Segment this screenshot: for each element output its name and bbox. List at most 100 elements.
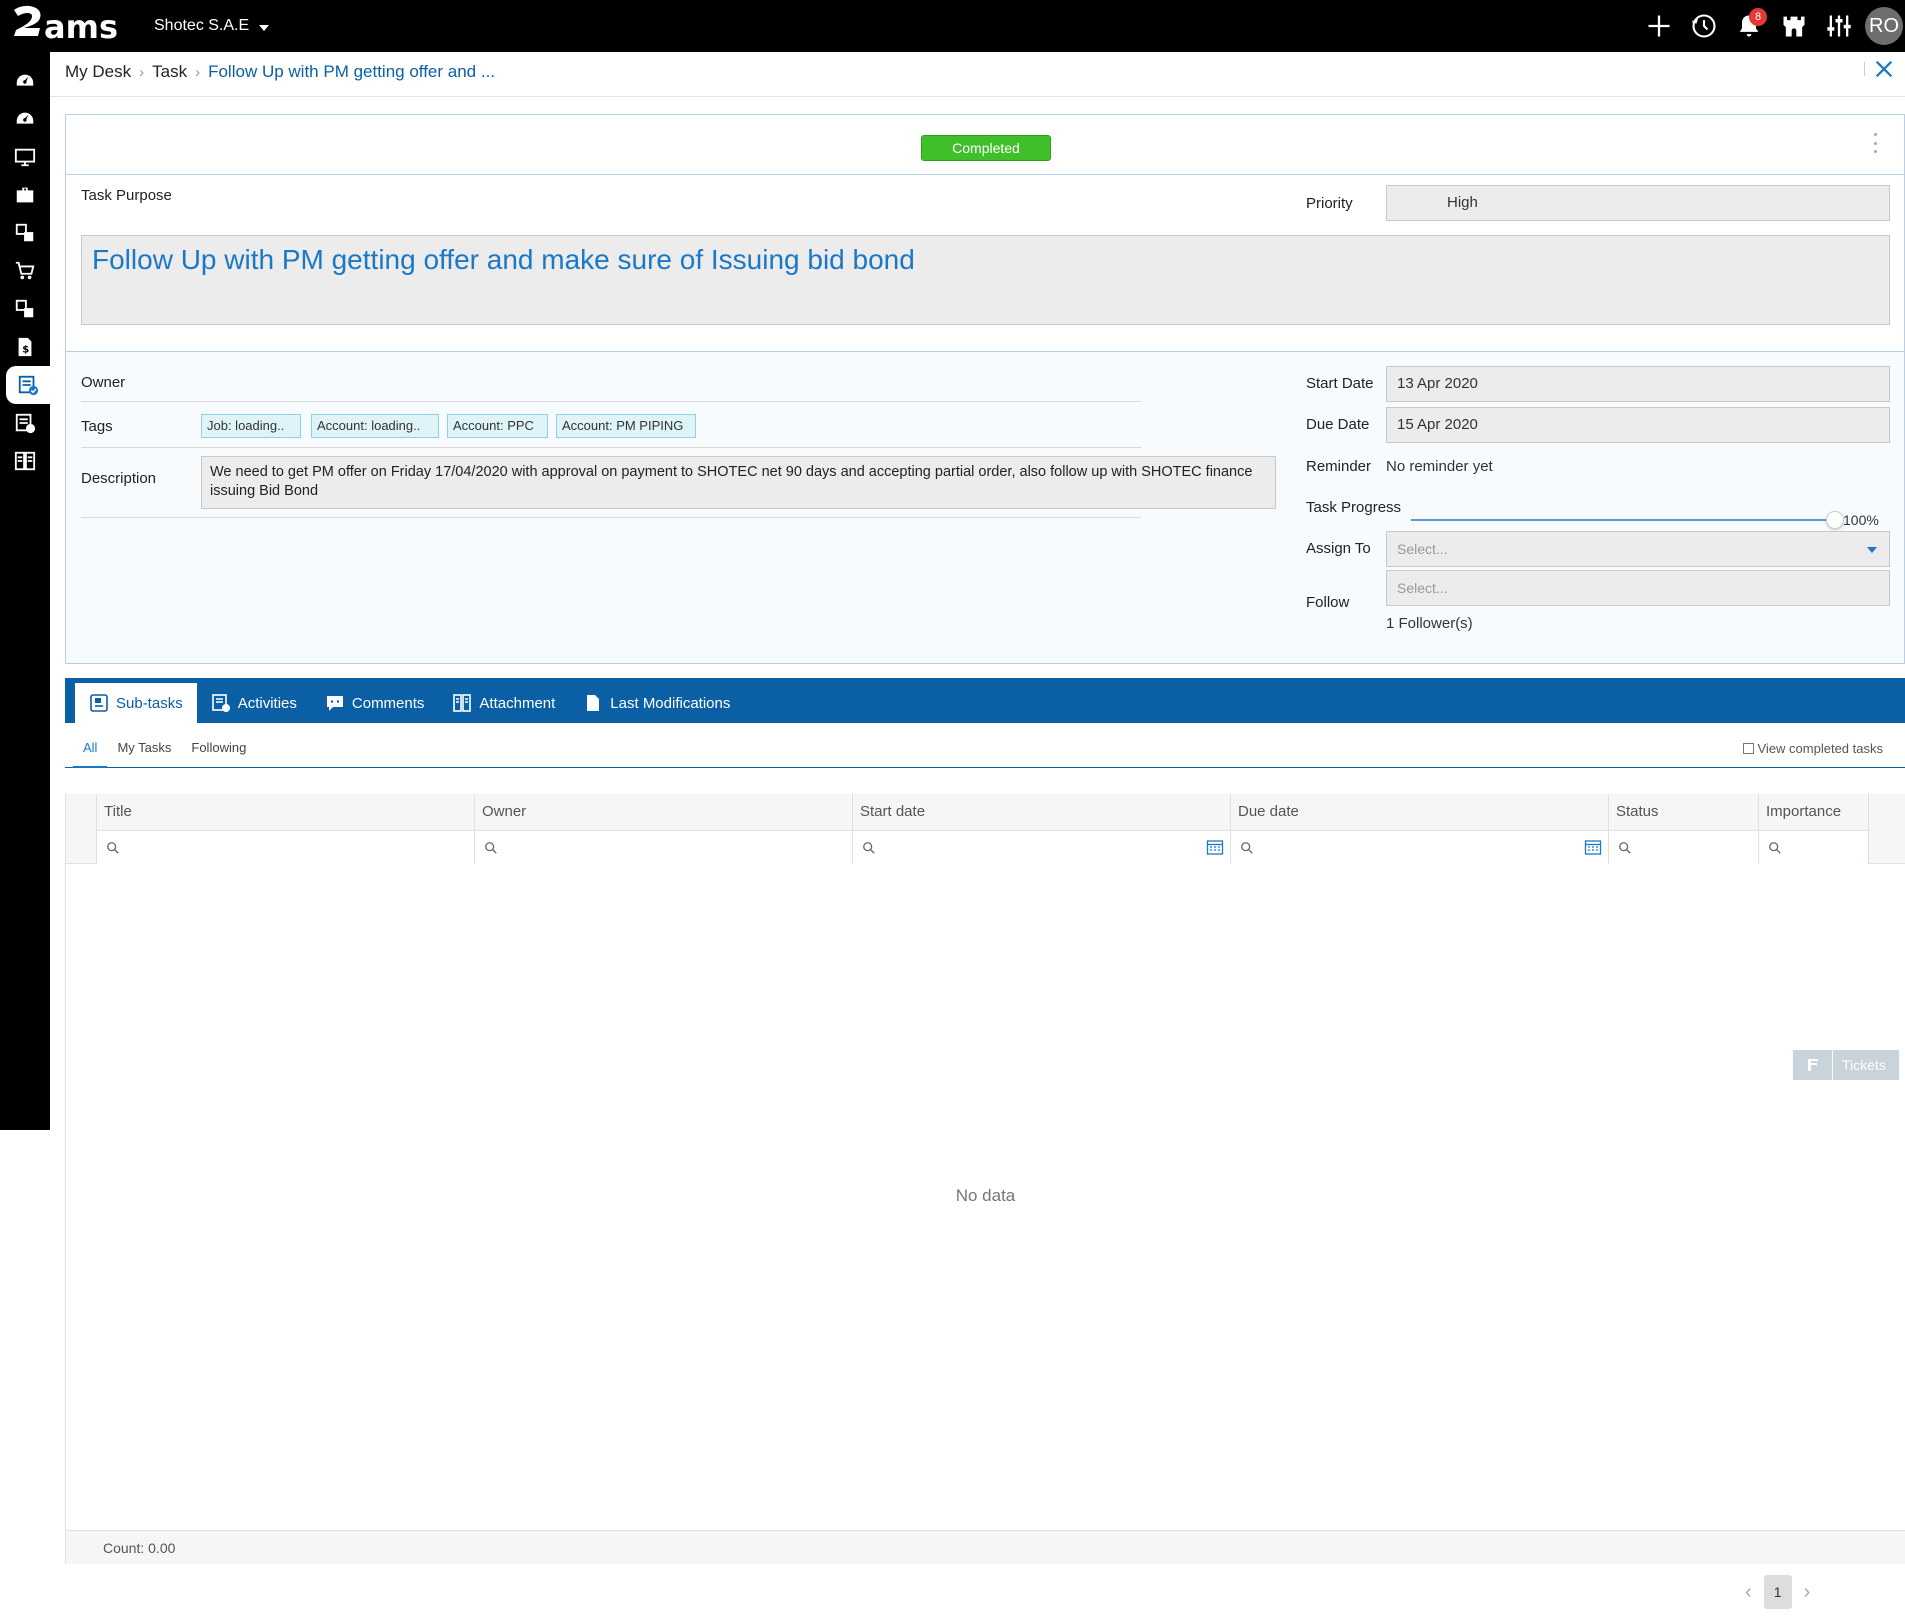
chevron-right-icon: ›	[139, 63, 145, 81]
assign-to-label: Assign To	[1306, 540, 1371, 557]
sidebar-item-dashboard[interactable]	[0, 62, 50, 100]
subtab-all[interactable]: All	[73, 728, 108, 768]
assign-to-select[interactable]: Select...	[1386, 531, 1890, 567]
tickets-button[interactable]: Tickets	[1793, 1050, 1899, 1080]
progress-slider-handle[interactable]	[1826, 511, 1844, 529]
sidebar-item-desktop[interactable]	[0, 138, 50, 176]
due-date-field[interactable]: 15 Apr 2020	[1386, 407, 1890, 443]
columns-icon	[14, 451, 36, 471]
sidebar-item-finance[interactable]: $	[0, 328, 50, 366]
column-header: Importance	[1766, 803, 1842, 820]
chevron-down-icon	[1867, 547, 1877, 553]
modules-icon	[15, 223, 34, 242]
chevron-right-icon: ›	[195, 63, 201, 81]
column-spacer	[1868, 794, 1905, 864]
tab-attachment[interactable]: Attachment	[438, 683, 569, 723]
view-completed-checkbox[interactable]	[1742, 743, 1754, 754]
column-title[interactable]: Title	[96, 794, 474, 864]
page-button[interactable]: 1	[1763, 1575, 1792, 1609]
empty-state: No data	[955, 1186, 1016, 1205]
breadcrumb-current: Follow Up with PM getting offer and ...	[208, 62, 496, 81]
sidebar-item-dashboard-2[interactable]	[0, 100, 50, 138]
column-header: Due date	[1238, 803, 1299, 820]
task-list-icon	[15, 413, 36, 434]
tab-sub-tasks[interactable]: Sub-tasks	[75, 683, 197, 723]
breadcrumb-task[interactable]: Task	[152, 62, 187, 82]
due-date-filter-input[interactable]	[1231, 830, 1608, 864]
notifications-button[interactable]: 8	[1726, 0, 1771, 52]
avatar[interactable]: RO	[1865, 7, 1903, 45]
status-filter-input[interactable]	[1609, 830, 1758, 864]
subtab-following[interactable]: Following	[181, 728, 256, 768]
top-bar: ams Shotec S.A.E 8 RO	[0, 0, 1905, 52]
column-header: Status	[1616, 803, 1659, 820]
column-status[interactable]: Status	[1608, 794, 1758, 864]
reminder-value[interactable]: No reminder yet	[1386, 458, 1493, 475]
sidebar-item-tasks[interactable]	[6, 366, 50, 404]
tag-job[interactable]: Job: loading..	[201, 414, 301, 438]
column-start-date[interactable]: Start date	[852, 794, 1230, 864]
svg-text:$: $	[22, 345, 29, 356]
followers-count[interactable]: 1 Follower(s)	[1386, 615, 1473, 632]
column-importance[interactable]: Importance	[1758, 794, 1868, 864]
tag-account[interactable]: Account: loading..	[311, 414, 439, 438]
add-button[interactable]	[1636, 0, 1681, 52]
sidebar-item-activities[interactable]	[0, 404, 50, 442]
calendar-icon[interactable]	[1206, 838, 1224, 856]
sidebar-item-briefcase[interactable]	[0, 176, 50, 214]
sidebar-item-modules-2[interactable]	[0, 290, 50, 328]
tab-comments[interactable]: Comments	[311, 683, 439, 723]
column-owner[interactable]: Owner	[474, 794, 852, 864]
more-options-icon[interactable]	[1872, 133, 1878, 153]
column-header: Title	[104, 803, 132, 820]
priority-label: Priority	[1306, 195, 1353, 212]
tab-label: Comments	[351, 694, 425, 712]
status-badge[interactable]: Completed	[921, 135, 1051, 161]
follow-label: Follow	[1306, 594, 1350, 611]
start-date-field[interactable]: 13 Apr 2020	[1386, 366, 1890, 402]
app-logo[interactable]: ams	[10, 4, 134, 48]
due-date-label: Due Date	[1306, 416, 1370, 433]
column-header: Owner	[482, 803, 527, 820]
tab-activities[interactable]: Activities	[197, 683, 311, 723]
title-filter-input[interactable]	[97, 830, 474, 864]
castle-icon	[1783, 16, 1804, 37]
settings-button[interactable]	[1816, 0, 1861, 52]
search-icon	[1619, 842, 1631, 854]
castle-button[interactable]	[1771, 0, 1816, 52]
tickets-label: Tickets	[1842, 1057, 1886, 1073]
description-field[interactable]: We need to get PM offer on Friday 17/04/…	[201, 456, 1276, 509]
tag-account-ppc[interactable]: Account: PPC	[447, 414, 548, 438]
priority-field[interactable]: High	[1386, 185, 1890, 221]
tag-account-pm-piping[interactable]: Account: PM PIPING	[556, 414, 696, 438]
reminder-label: Reminder	[1306, 458, 1372, 475]
sidebar-item-reports[interactable]	[0, 442, 50, 480]
start-date-label: Start Date	[1306, 375, 1374, 392]
history-button[interactable]	[1681, 0, 1726, 52]
chevron-right-icon[interactable]: ›	[1804, 1581, 1811, 1604]
breadcrumb-my-desk[interactable]: My Desk	[65, 62, 131, 82]
importance-filter-input[interactable]	[1759, 830, 1868, 864]
tab-last-modifications[interactable]: Last Modifications	[569, 683, 744, 723]
tab-label: Activities	[237, 694, 297, 712]
flag-icon	[1807, 1059, 1818, 1071]
subtab-my-tasks[interactable]: My Tasks	[107, 728, 181, 768]
company-selector[interactable]: Shotec S.A.E	[154, 17, 270, 35]
chevron-left-icon[interactable]: ‹	[1745, 1581, 1752, 1604]
owner-filter-input[interactable]	[475, 830, 852, 864]
comment-icon	[326, 696, 343, 711]
task-purpose-field[interactable]: Follow Up with PM getting offer and make…	[81, 235, 1890, 325]
progress-slider-track[interactable]	[1411, 519, 1836, 521]
close-icon[interactable]	[1873, 58, 1895, 80]
task-progress-label: Task Progress	[1306, 499, 1402, 516]
plus-icon	[1648, 15, 1669, 37]
view-completed-toggle[interactable]: View completed tasks	[1742, 741, 1883, 756]
gauge-icon	[16, 74, 34, 86]
start-date-filter-input[interactable]	[853, 830, 1230, 864]
follow-select[interactable]: Select...	[1386, 570, 1890, 606]
calendar-icon[interactable]	[1584, 838, 1602, 856]
document-icon	[587, 695, 600, 711]
column-due-date[interactable]: Due date	[1230, 794, 1608, 864]
sidebar-item-modules[interactable]	[0, 214, 50, 252]
sidebar-item-cart[interactable]	[0, 252, 50, 290]
